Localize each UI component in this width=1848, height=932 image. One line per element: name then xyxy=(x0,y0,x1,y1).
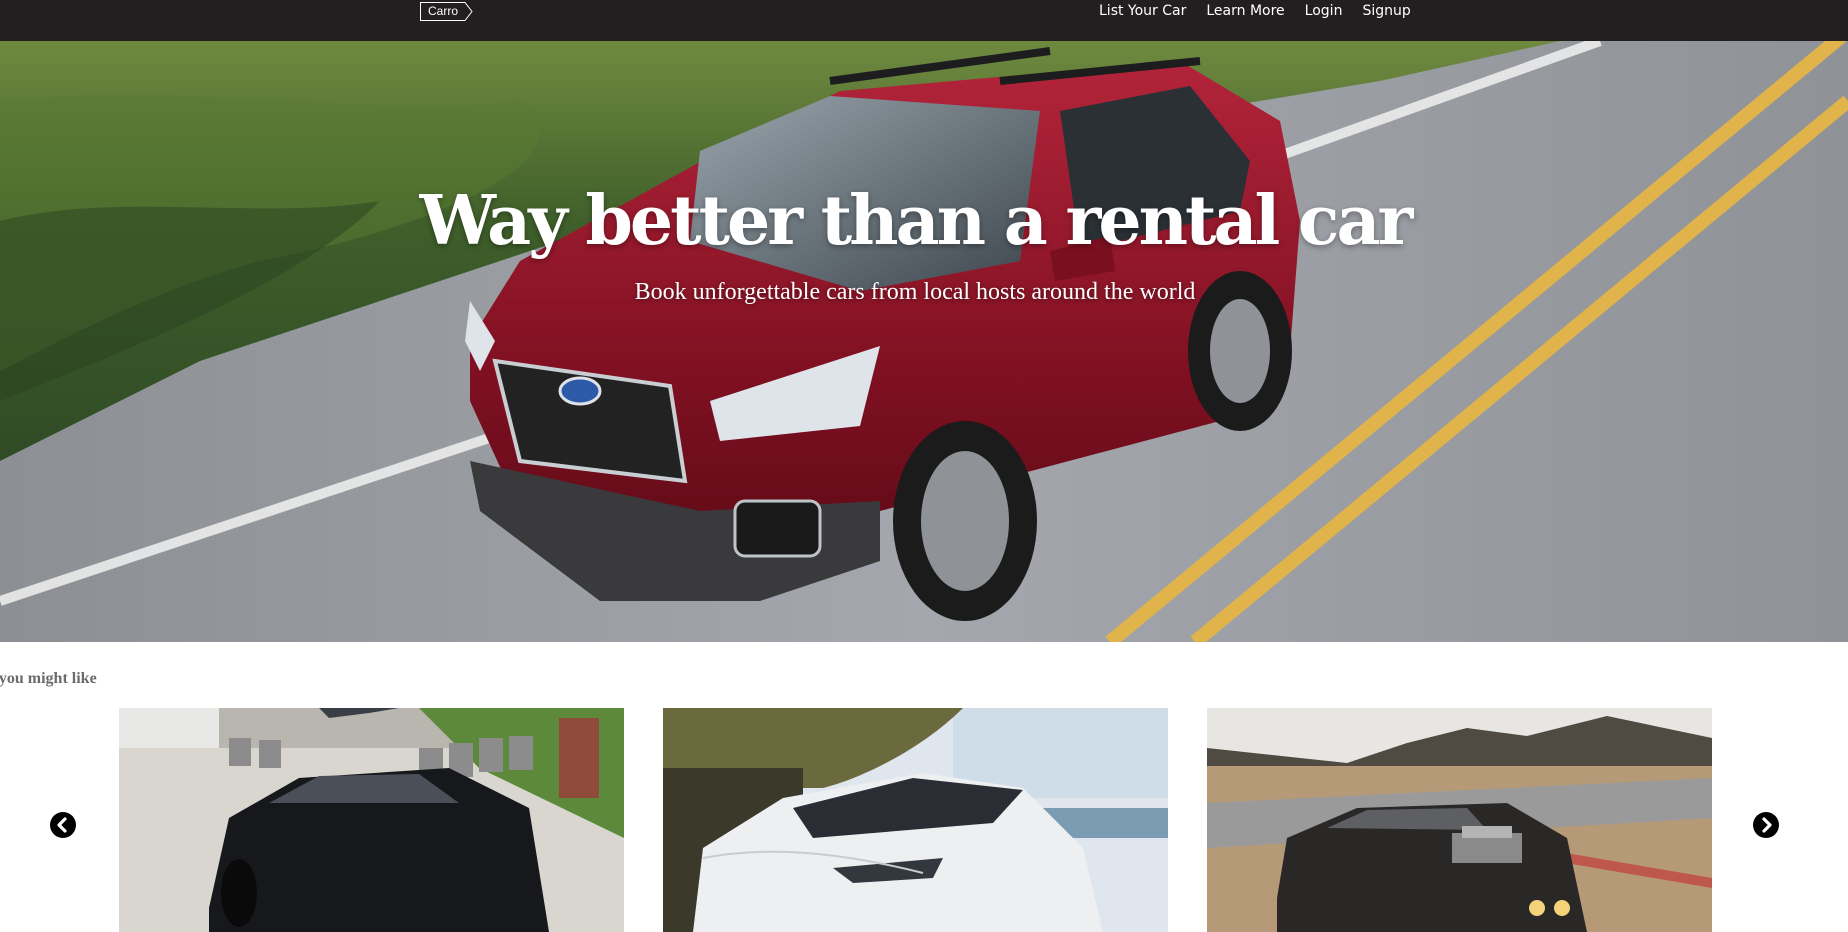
nav-link-learn-more[interactable]: Learn More xyxy=(1206,3,1284,19)
car-card[interactable] xyxy=(119,708,624,932)
logo-text: Carro xyxy=(428,4,459,18)
car-photo-camaro xyxy=(119,708,624,932)
nav-link-login[interactable]: Login xyxy=(1305,3,1343,19)
nav-link-list-your-car[interactable]: List Your Car xyxy=(1099,3,1186,19)
car-photo-tesla xyxy=(663,708,1168,932)
nav-links: List Your Car Learn More Login Signup xyxy=(1099,0,1411,22)
hero-banner: Way better than a rental car Book unforg… xyxy=(0,41,1848,642)
car-card[interactable] xyxy=(1207,708,1712,932)
car-card[interactable] xyxy=(663,708,1168,932)
nav-link-signup[interactable]: Signup xyxy=(1362,3,1410,19)
top-navbar: Carro List Your Car Learn More Login Sig… xyxy=(0,0,1848,41)
chevron-right-icon xyxy=(1762,817,1772,833)
hero-subtitle: Book unforgettable cars from local hosts… xyxy=(634,279,1196,305)
carousel-next-button[interactable] xyxy=(1753,812,1779,838)
hero-title: Way better than a rental car xyxy=(419,181,1414,261)
carousel-prev-button[interactable] xyxy=(50,812,76,838)
car-photo-muscle-car xyxy=(1207,708,1712,932)
logo[interactable]: Carro xyxy=(420,2,473,21)
chevron-left-icon xyxy=(57,817,67,833)
section-heading: Cars you might like xyxy=(0,670,97,687)
hero-background-image xyxy=(0,41,1848,642)
